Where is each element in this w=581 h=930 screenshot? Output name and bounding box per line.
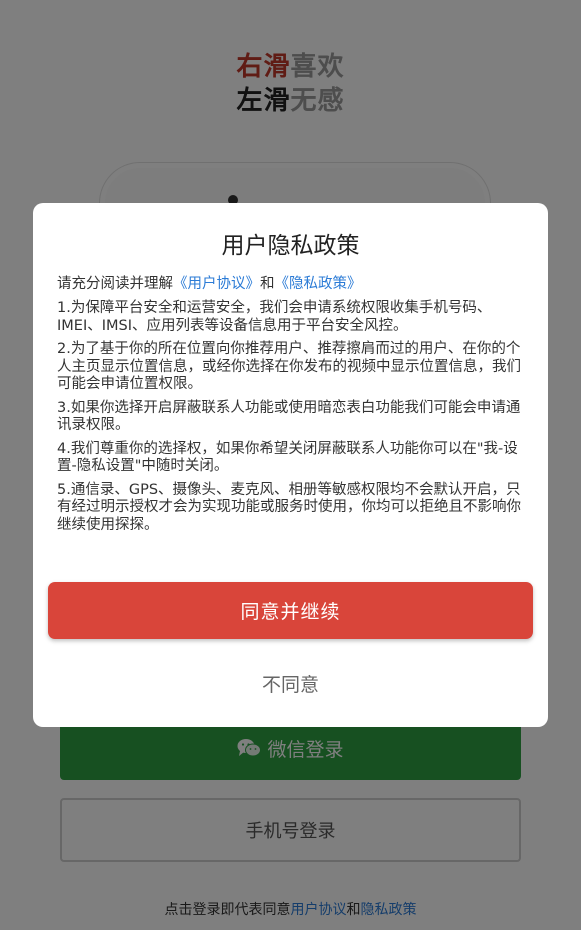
login-screen: 右滑喜欢 左滑无感 微信登录 手机号登录 点击登录即代表同意用户协议和隐私政策 … xyxy=(0,0,581,930)
clause-5: 5.通信录、GPS、摄像头、麦克风、相册等敏感权限均不会默认开启，只有经过明示授… xyxy=(57,481,521,533)
agree-label: 同意并继续 xyxy=(240,601,341,623)
privacy-policy-link[interactable]: 《隐私政策》 xyxy=(275,276,362,292)
dialog-title: 用户隐私政策 xyxy=(221,233,360,259)
disagree-label: 不同意 xyxy=(261,673,319,696)
intro-and: 和 xyxy=(260,276,275,292)
disagree-button[interactable]: 不同意 xyxy=(48,661,533,705)
privacy-policy-dialog: 用户隐私政策 请充分阅读并理解《用户协议》和《隐私政策》 1.为保障平台安全和运… xyxy=(33,203,548,727)
clause-1: 1.为保障平台安全和运营安全，我们会申请系统权限收集手机号码、IMEI、IMSI… xyxy=(57,300,492,334)
dialog-intro: 请充分阅读并理解《用户协议》和《隐私政策》 xyxy=(57,275,524,294)
user-agreement-link[interactable]: 《用户协议》 xyxy=(173,276,260,292)
clause-2: 2.为了基于你的所在位置向你推荐用户、推荐擦肩而过的用户、在你的个人主页显示位置… xyxy=(57,341,521,392)
clause-3: 3.如果你选择开启屏蔽联系人功能或使用暗恋表白功能我们可能会申请通讯录权限。 xyxy=(57,399,521,434)
agree-and-continue-button[interactable]: 同意并继续 xyxy=(48,582,533,639)
intro-prefix: 请充分阅读并理解 xyxy=(57,276,173,292)
clause-4: 4.我们尊重你的选择权，如果你希望关闭屏蔽联系人功能你可以在"我-设置-隐私设置… xyxy=(57,440,518,475)
